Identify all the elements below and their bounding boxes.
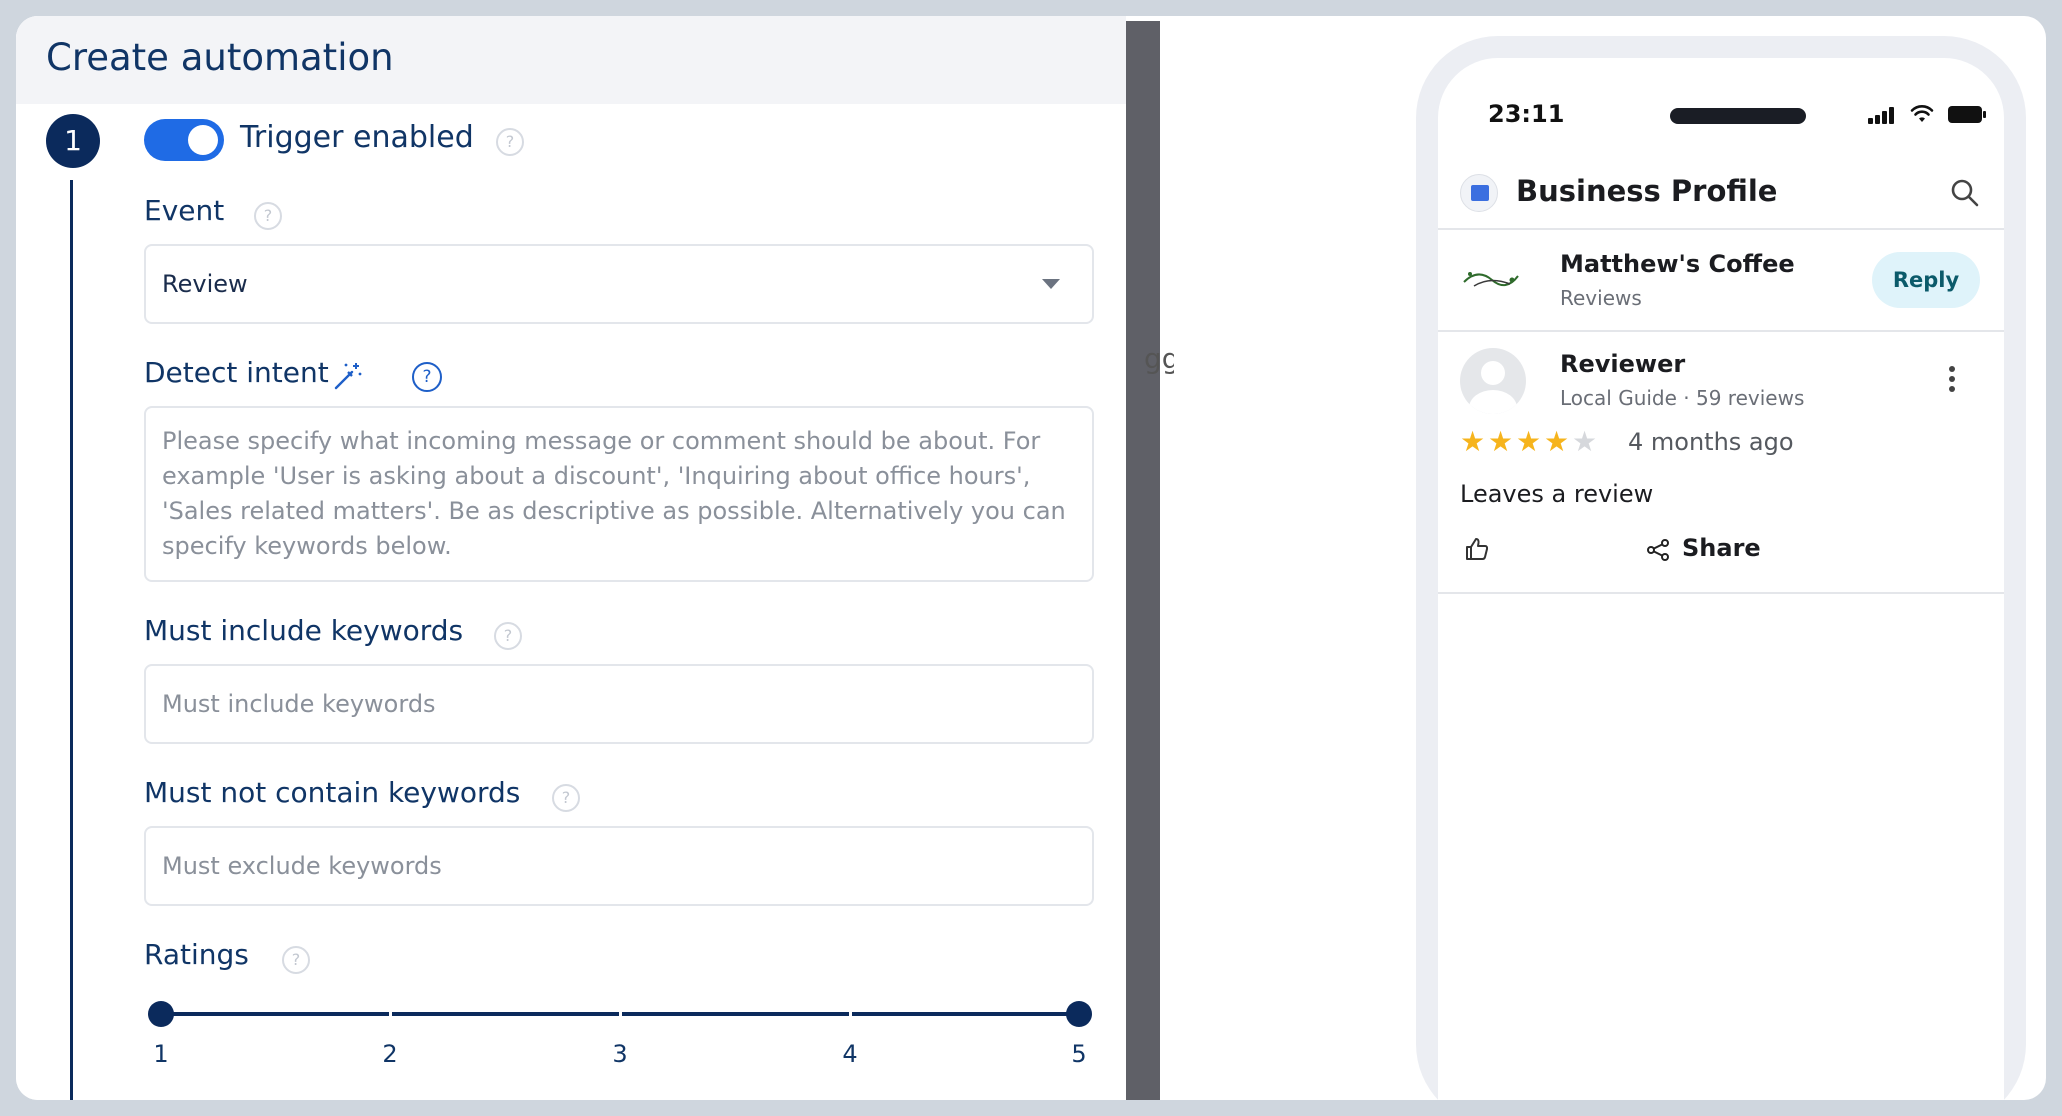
- status-time: 23:11: [1488, 100, 1565, 128]
- ratings-max-handle[interactable]: [1066, 1001, 1092, 1027]
- rating-tick-label: 2: [382, 1040, 398, 1068]
- business-name: Matthew's Coffee: [1560, 250, 1795, 278]
- event-select-value: Review: [162, 270, 248, 298]
- step-number-badge: 1: [46, 114, 100, 168]
- event-select[interactable]: Review: [144, 244, 1094, 324]
- avatar: [1460, 348, 1526, 414]
- must-exclude-input[interactable]: Must exclude keywords: [144, 826, 1094, 906]
- chevron-down-icon: [1042, 279, 1060, 289]
- more-options-icon[interactable]: [1948, 366, 1956, 392]
- detect-intent-label: Detect intent: [144, 356, 329, 389]
- review-text: Leaves a review: [1460, 480, 1654, 508]
- toggle-knob: [188, 125, 218, 155]
- event-help-icon[interactable]: ?: [254, 202, 282, 230]
- trigger-help-icon[interactable]: ?: [496, 128, 524, 156]
- event-label: Event: [144, 194, 225, 227]
- star-filled-icon: ★: [1544, 425, 1570, 458]
- trigger-enabled-label: Trigger enabled: [240, 120, 474, 155]
- magic-wand-icon: [334, 363, 362, 390]
- form-header: Create automation: [16, 16, 1126, 104]
- page-title: Create automation: [46, 36, 394, 79]
- star-filled-icon: ★: [1460, 425, 1486, 458]
- business-logo-icon: [1463, 272, 1519, 287]
- must-include-placeholder: Must include keywords: [162, 690, 436, 718]
- search-icon[interactable]: [1950, 178, 1980, 208]
- share-icon[interactable]: [1646, 538, 1670, 562]
- rating-tick-label: 3: [612, 1040, 628, 1068]
- share-button[interactable]: Share: [1682, 534, 1761, 562]
- must-not-contain-help-icon[interactable]: ?: [552, 784, 580, 812]
- must-include-help-icon[interactable]: ?: [494, 622, 522, 650]
- app-title: Business Profile: [1516, 174, 1778, 208]
- star-empty-icon: ★: [1572, 425, 1598, 458]
- detect-intent-help-icon[interactable]: ?: [412, 362, 442, 392]
- ratings-min-handle[interactable]: [148, 1001, 174, 1027]
- phone-screen: 23:11 Business Profile Matthew's Coffee …: [1438, 58, 2004, 1100]
- wifi-icon: [1910, 105, 1934, 122]
- must-not-contain-label: Must not contain keywords: [144, 776, 521, 809]
- review-time: 4 months ago: [1628, 428, 1794, 456]
- dynamic-island: [1670, 108, 1806, 124]
- review-card: Reviewer Local Guide · 59 reviews ★ ★ ★ ★ ★ …: [1438, 332, 2004, 594]
- rating-tick-label: 1: [153, 1040, 169, 1068]
- must-exclude-placeholder: Must exclude keywords: [162, 852, 442, 880]
- ratings-help-icon[interactable]: ?: [282, 946, 310, 974]
- reviewer-name: Reviewer: [1560, 350, 1686, 378]
- battery-icon: [1948, 106, 1986, 123]
- reviewer-meta: Local Guide · 59 reviews: [1560, 386, 1805, 410]
- thumbs-up-icon[interactable]: [1464, 536, 1490, 562]
- rating-tick-label: 4: [842, 1040, 858, 1068]
- signal-icon: [1868, 106, 1900, 124]
- business-row: Matthew's Coffee Reviews Reply: [1438, 230, 2004, 332]
- detect-intent-placeholder: Please specify what incoming message or …: [162, 427, 1066, 560]
- reply-button[interactable]: Reply: [1872, 252, 1980, 308]
- rating-tick-label: 5: [1071, 1040, 1087, 1068]
- divider-ghost-text: ggi: [1144, 342, 1174, 375]
- step-connector-line: [70, 180, 73, 1100]
- must-include-label: Must include keywords: [144, 614, 464, 647]
- slider-tick: [619, 1009, 622, 1019]
- star-filled-icon: ★: [1516, 425, 1542, 458]
- ratings-label: Ratings: [144, 938, 249, 971]
- must-include-input[interactable]: Must include keywords: [144, 664, 1094, 744]
- business-subtitle: Reviews: [1560, 286, 1642, 310]
- slider-tick: [389, 1009, 392, 1019]
- trigger-enabled-toggle[interactable]: [144, 119, 224, 161]
- slider-tick: [849, 1009, 852, 1019]
- star-filled-icon: ★: [1488, 425, 1514, 458]
- business-profile-logo-icon: [1460, 174, 1498, 212]
- automation-window: Create automation 1 Trigger enabled ? Ev…: [16, 16, 2046, 1100]
- panel-resize-divider[interactable]: [1126, 21, 1160, 1100]
- app-bar: Business Profile: [1438, 156, 2004, 230]
- automation-form-panel: Create automation 1 Trigger enabled ? Ev…: [16, 16, 1126, 1100]
- detect-intent-textarea[interactable]: Please specify what incoming message or …: [144, 406, 1094, 582]
